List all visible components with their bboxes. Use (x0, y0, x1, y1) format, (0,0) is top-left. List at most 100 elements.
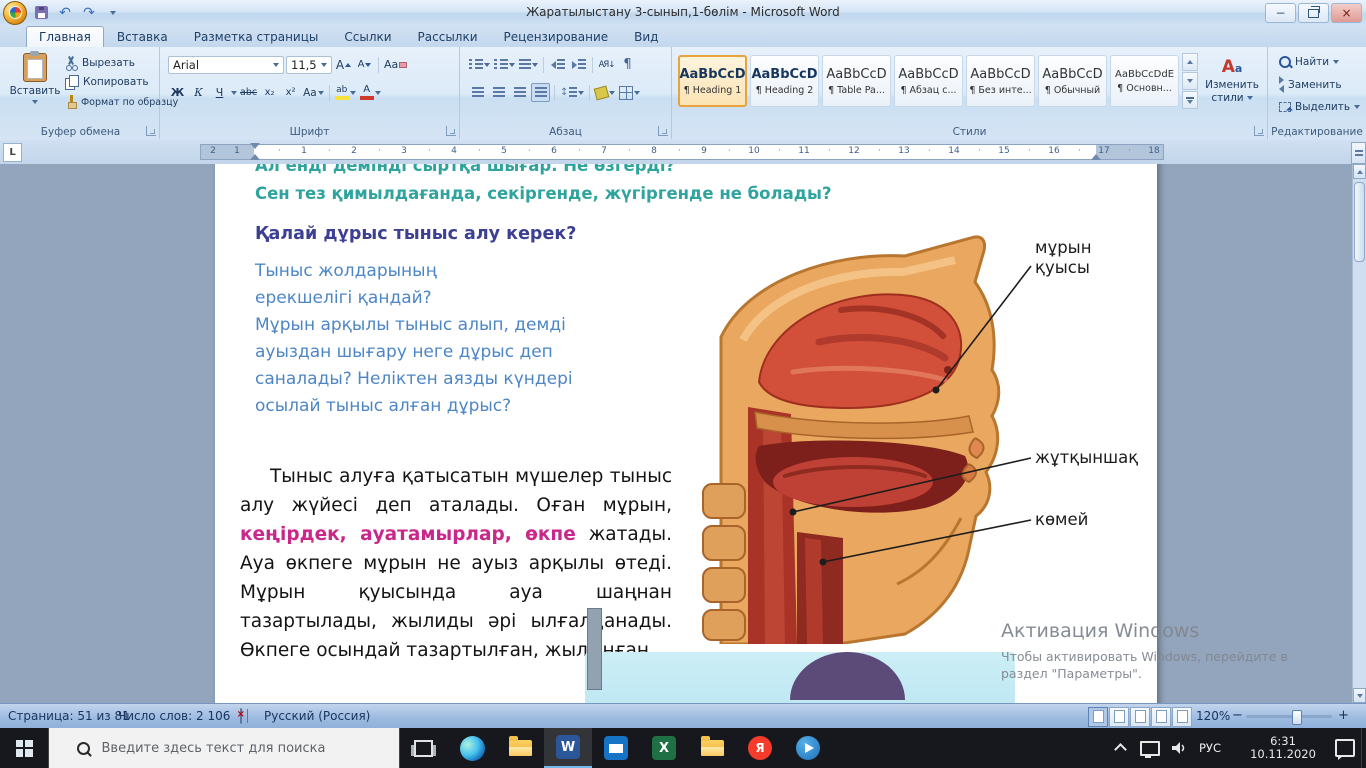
taskbar-icon-excel[interactable]: X (640, 728, 688, 768)
hanging-indent-marker[interactable] (250, 154, 260, 160)
redo-button[interactable]: ↷ (79, 3, 99, 23)
start-button[interactable] (0, 728, 48, 768)
shading-button[interactable] (594, 83, 616, 102)
style-body-text[interactable]: AaBbCcDdE¶ Основн... (1110, 55, 1179, 107)
line-spacing-button[interactable]: ↕ (559, 83, 585, 102)
tab-razmetka[interactable]: Разметка страницы (181, 26, 332, 47)
bottom-illustration[interactable] (585, 652, 1015, 703)
zoom-slider[interactable] (1246, 715, 1332, 718)
align-left-button[interactable] (468, 83, 487, 102)
dialog-launcher-font[interactable] (446, 126, 456, 136)
show-paragraph-marks-button[interactable]: ¶ (618, 55, 637, 74)
font-color-button[interactable]: А (359, 83, 382, 102)
tab-glavnaya[interactable]: Главная (26, 26, 104, 47)
chevron-down-icon[interactable] (231, 91, 237, 95)
style-normal[interactable]: AaBbCcD¶ Обычный (1038, 55, 1107, 107)
style-heading-1[interactable]: AaBbCcD¶ Heading 1 (678, 55, 747, 107)
bold-button[interactable]: Ж (168, 83, 187, 102)
style-abzac[interactable]: AaBbCcD¶ Абзац с... (894, 55, 963, 107)
taskbar-icon-edge[interactable] (448, 728, 496, 768)
styles-scroll-up-button[interactable] (1182, 53, 1198, 71)
sort-button[interactable]: АЯ↓ (597, 55, 616, 74)
dialog-launcher-styles[interactable] (1254, 126, 1264, 136)
office-button[interactable] (3, 1, 27, 25)
borders-button[interactable] (618, 83, 641, 102)
save-button[interactable] (31, 3, 51, 23)
restore-button[interactable] (1298, 3, 1329, 23)
dialog-launcher-paragraph[interactable] (658, 126, 668, 136)
styles-more-button[interactable] (1182, 91, 1198, 109)
find-button[interactable]: Найти (1276, 55, 1363, 69)
draft-view-button[interactable] (1172, 707, 1192, 727)
customize-qat-button[interactable] (103, 3, 123, 23)
justify-button[interactable] (531, 83, 550, 102)
taskbar-icon-yandex[interactable]: Я (736, 728, 784, 768)
style-heading-2[interactable]: AaBbCcD¶ Heading 2 (750, 55, 819, 107)
language-indicator[interactable]: Русский (Россия) (264, 704, 370, 728)
replace-button[interactable]: Заменить (1276, 75, 1363, 94)
tray-expand-button[interactable] (1108, 728, 1132, 768)
highlight-color-button[interactable]: ab (334, 83, 357, 102)
increase-indent-button[interactable] (569, 55, 588, 74)
taskbar-icon-folder[interactable] (688, 728, 736, 768)
outline-view-button[interactable] (1151, 707, 1171, 727)
subscript-button[interactable]: х₂ (260, 83, 279, 102)
select-button[interactable]: Выделить (1276, 100, 1363, 114)
zoom-in-button[interactable]: + (1338, 704, 1349, 728)
scrollbar-thumb[interactable] (1354, 182, 1365, 262)
italic-button[interactable]: К (189, 83, 208, 102)
web-layout-view-button[interactable] (1130, 707, 1150, 727)
tab-rassylki[interactable]: Рассылки (405, 26, 491, 47)
clear-formatting-button[interactable]: Аа (383, 55, 408, 74)
tab-stop-selector[interactable]: L (3, 143, 22, 162)
anatomy-figure[interactable]: мұрын қуысы жұтқыншақ көмей (693, 232, 1153, 644)
paste-button[interactable]: Вставить (10, 53, 60, 104)
scroll-down-button[interactable] (1353, 688, 1366, 703)
styles-scroll-down-button[interactable] (1182, 72, 1198, 90)
change-styles-button[interactable]: Аа Изменить стили (1201, 58, 1263, 104)
tab-vstavka[interactable]: Вставка (104, 26, 181, 47)
taskbar-icon-messenger[interactable] (784, 728, 832, 768)
taskbar-icon-explorer[interactable] (496, 728, 544, 768)
align-center-button[interactable] (489, 83, 508, 102)
zoom-out-button[interactable]: − (1232, 704, 1243, 728)
scroll-up-button[interactable] (1353, 164, 1366, 179)
font-family-combo[interactable]: Arial (168, 56, 284, 74)
underline-button[interactable]: Ч (210, 83, 229, 102)
spellcheck-indicator[interactable] (240, 704, 242, 728)
taskbar-search[interactable] (48, 728, 400, 768)
search-input[interactable] (100, 740, 384, 757)
close-button[interactable]: × (1331, 3, 1362, 23)
strikethrough-button[interactable]: abc (239, 83, 258, 102)
taskbar-icon-word-active[interactable]: W (544, 728, 592, 768)
decrease-indent-button[interactable] (548, 55, 567, 74)
tray-display-button[interactable] (1136, 728, 1164, 768)
tab-recenzirovanie[interactable]: Рецензирование (491, 26, 622, 47)
style-table-paragraph[interactable]: AaBbCcD¶ Table Pa... (822, 55, 891, 107)
tray-clock[interactable]: 6:31 10.11.2020 (1240, 728, 1326, 768)
superscript-button[interactable]: х² (281, 83, 300, 102)
minimize-button[interactable]: − (1265, 3, 1296, 23)
grow-font-button[interactable]: А (334, 55, 353, 74)
zoom-slider-thumb[interactable] (1292, 710, 1302, 725)
word-count[interactable]: Число слов: 2 106 (118, 704, 230, 728)
change-case-button[interactable]: Аа (302, 83, 325, 102)
tab-ssylki[interactable]: Ссылки (331, 26, 404, 47)
zoom-level[interactable]: 120% (1196, 704, 1230, 728)
vertical-scrollbar[interactable] (1352, 164, 1366, 703)
taskbar-icon-mail[interactable] (592, 728, 640, 768)
style-no-spacing[interactable]: AaBbCcD¶ Без инте... (966, 55, 1035, 107)
multilevel-list-button[interactable] (518, 55, 539, 74)
first-line-indent-marker[interactable] (250, 143, 260, 149)
fullscreen-view-button[interactable] (1109, 707, 1129, 727)
tray-language-button[interactable]: РУС (1192, 728, 1228, 768)
font-size-combo[interactable]: 11,5 (286, 56, 332, 74)
tab-vid[interactable]: Вид (621, 26, 671, 47)
ruler-toggle-button[interactable] (1351, 142, 1366, 164)
task-view-button[interactable] (400, 728, 446, 768)
bullets-button[interactable] (468, 55, 491, 74)
shrink-font-button[interactable]: А (355, 55, 374, 74)
print-layout-view-button[interactable] (1088, 707, 1108, 727)
undo-button[interactable]: ↶ (55, 3, 75, 23)
tray-volume-button[interactable] (1164, 728, 1192, 768)
